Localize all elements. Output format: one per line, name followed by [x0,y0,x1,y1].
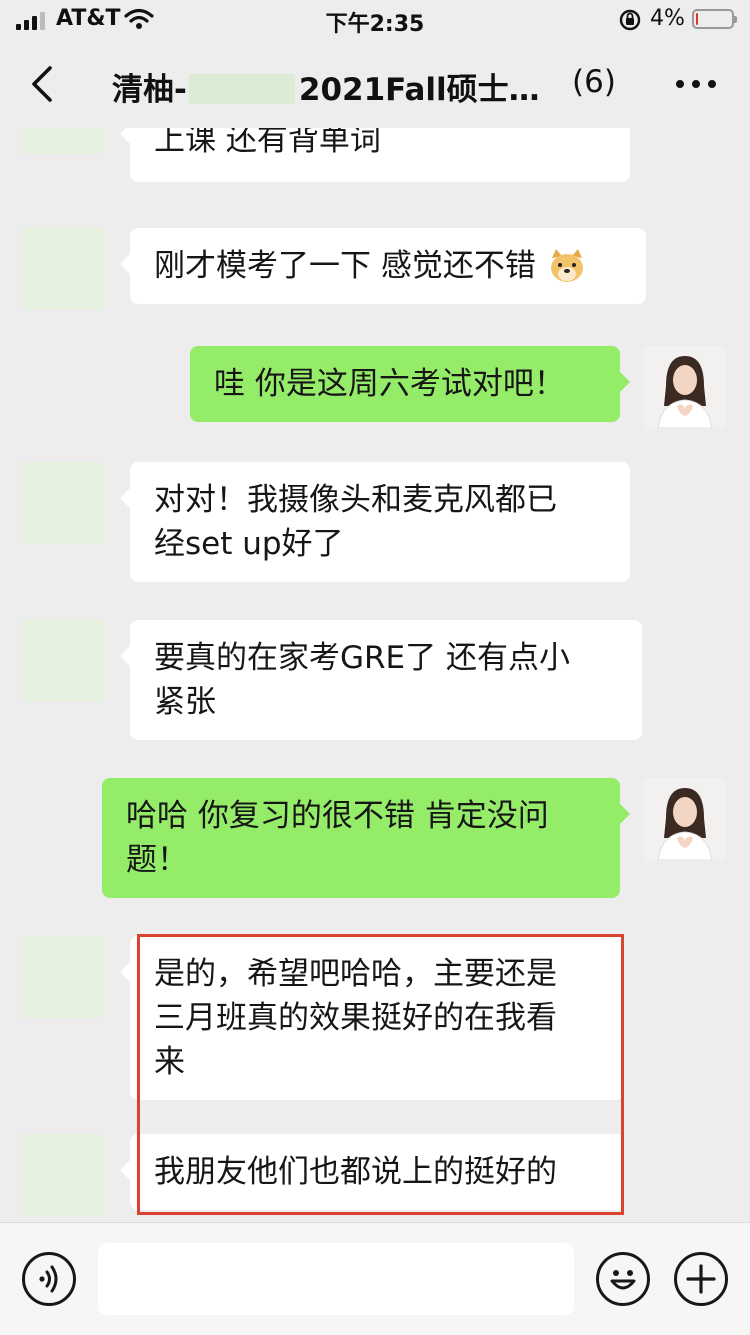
self-avatar[interactable] [644,778,726,860]
emoji-icon[interactable] [596,1252,650,1306]
message-text-line: 题！ [126,842,188,878]
member-count: (6) [572,64,616,100]
message-bubble-self[interactable]: 哇 你是这周六考试对吧！ [190,346,630,422]
chat-header: 清柚- 2021Fall硕士… (6) [0,40,750,128]
avatar[interactable] [22,1134,104,1216]
avatar[interactable] [22,228,104,310]
message-text-line: 紧张 [154,684,216,720]
message-bubble[interactable]: 上课 还有背单词 [120,128,630,182]
chat-title: 清柚- 2021Fall硕士… [112,64,540,109]
add-icon[interactable] [674,1252,728,1306]
self-avatar-image [644,346,726,428]
more-icon[interactable] [676,80,716,90]
doge-emoji [550,249,583,282]
redacted-region [188,74,295,104]
back-icon[interactable] [28,66,60,102]
chat-title-prefix: 清柚- [112,72,187,108]
battery-icon [692,9,737,29]
message-text-line: 经set up好了 [154,526,344,562]
self-avatar-image [644,778,726,860]
orientation-lock-icon [619,9,641,31]
chat-title-suffix: 2021Fall硕士… [298,72,540,108]
message-bubble[interactable]: 对对！我摄像头和麦克风都已 经set up好了 [120,462,630,582]
battery-percent: 4% [650,6,685,31]
avatar[interactable] [22,462,104,544]
avatar[interactable] [22,620,104,702]
message-bubble[interactable]: 要真的在家考GRE了 还有点小 紧张 [120,620,642,740]
message-bubble[interactable]: 刚才模考了一下 感觉还不错 [120,228,646,304]
avatar[interactable] [22,936,104,1018]
self-avatar[interactable] [644,346,726,428]
message-text: 上课 还有背单词 [154,128,381,158]
highlight-annotation-box [137,934,624,1215]
chat-messages[interactable]: 上课 还有背单词 刚才模考了一下 感觉还不错 哇 你是这周六考试对吧！ 对对！我… [0,128,750,1222]
message-input[interactable] [98,1243,574,1315]
message-text-line: 要真的在家考GRE了 还有点小 [154,640,571,676]
status-bar: AT&T 下午2:35 4% [0,0,750,40]
input-bar [0,1222,750,1335]
message-text-line: 对对！我摄像头和麦克风都已 [154,482,557,518]
message-text: 哇 你是这周六考试对吧！ [214,366,565,402]
voice-icon[interactable] [22,1252,76,1306]
message-text-line: 哈哈 你复习的很不错 肯定没问 [126,798,549,834]
avatar[interactable] [22,128,104,154]
battery-level-fill [696,13,698,25]
message-text: 刚才模考了一下 感觉还不错 [154,248,536,284]
message-bubble-self[interactable]: 哈哈 你复习的很不错 肯定没问 题！ [102,778,630,898]
